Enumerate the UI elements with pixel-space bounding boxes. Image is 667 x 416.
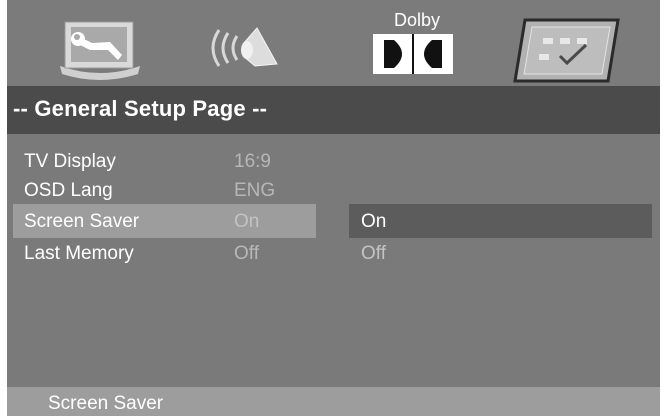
dvd-setup-screen: Dolby -- General Setup Page -- TV Displa… [7, 0, 660, 416]
tab-general-setup[interactable] [52, 0, 202, 86]
setting-label: TV Display [24, 151, 116, 172]
page-title: -- General Setup Page -- [13, 96, 268, 121]
setting-value: On [234, 211, 260, 232]
setting-label: Last Memory [24, 243, 134, 264]
setting-label: Screen Saver [24, 211, 140, 232]
speaker-icon [211, 27, 278, 67]
tab-dolby-setup[interactable]: Dolby [342, 0, 492, 86]
setting-row-last-memory[interactable]: Last Memory Off [13, 236, 316, 270]
checklist-icon [513, 18, 620, 83]
option-label: Off [361, 243, 386, 264]
settings-panel: TV Display 16:9 OSD Lang ENG Screen Save… [7, 134, 660, 387]
status-text: Screen Saver [48, 393, 164, 414]
wrench-icon [60, 21, 140, 80]
option-label: On [361, 211, 387, 232]
setup-tab-bar: Dolby [7, 0, 660, 86]
status-bar: Screen Saver [7, 387, 660, 416]
setting-value: 16:9 [234, 151, 271, 172]
option-off[interactable]: Off [349, 236, 652, 270]
dolby-icon [373, 34, 453, 74]
title-bar: -- General Setup Page -- [7, 86, 660, 134]
setting-value: ENG [234, 180, 276, 201]
tab-preference-setup[interactable] [510, 0, 660, 86]
setting-value: Off [234, 243, 259, 264]
setting-row-osd-lang[interactable]: OSD Lang ENG [13, 173, 316, 207]
tab-audio-setup[interactable] [199, 0, 349, 86]
setting-row-screen-saver[interactable]: Screen Saver On [13, 204, 316, 238]
option-on[interactable]: On [349, 204, 652, 238]
setting-label: OSD Lang [24, 180, 113, 201]
